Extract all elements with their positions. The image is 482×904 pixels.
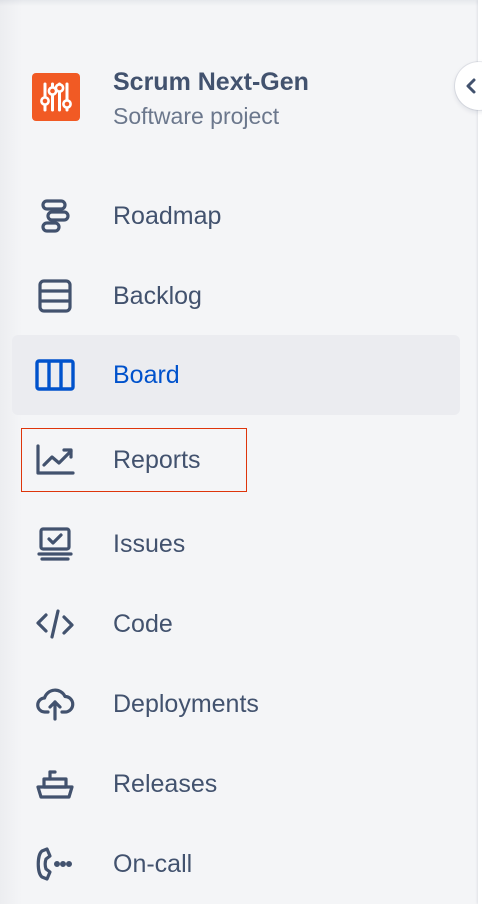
- sliders-icon: [40, 82, 72, 112]
- sidebar-item-board[interactable]: Board: [12, 335, 460, 415]
- sidebar-item-label: Board: [113, 360, 180, 389]
- project-type: Software project: [113, 103, 280, 129]
- board-icon: [34, 354, 76, 396]
- deployments-icon: [34, 683, 76, 725]
- roadmap-icon: [34, 195, 76, 237]
- content-edge: [478, 0, 482, 904]
- project-avatar[interactable]: [32, 73, 80, 121]
- releases-icon: [34, 763, 76, 805]
- backlog-icon: [34, 275, 76, 317]
- sidebar-item-issues[interactable]: Issues: [12, 504, 460, 584]
- issues-icon: [34, 523, 76, 565]
- sidebar-item-label: Roadmap: [113, 201, 222, 230]
- sidebar-item-releases[interactable]: Releases: [12, 744, 460, 824]
- sidebar-item-label: Backlog: [113, 281, 202, 310]
- sidebar-item-deployments[interactable]: Deployments: [12, 664, 460, 744]
- project-sidebar: Scrum Next-Gen Software project Roadmap: [0, 0, 478, 904]
- reports-highlight-box: [21, 428, 247, 492]
- project-header[interactable]: Scrum Next-Gen Software project: [32, 68, 309, 134]
- sidebar-item-backlog[interactable]: Backlog: [12, 256, 460, 336]
- code-icon: [34, 603, 76, 645]
- sidebar-item-label: Deployments: [113, 689, 259, 718]
- project-text: Scrum Next-Gen Software project: [113, 68, 309, 132]
- project-name: Scrum Next-Gen: [113, 68, 309, 96]
- sidebar-item-label: Issues: [113, 529, 186, 558]
- sidebar-item-code[interactable]: Code: [12, 584, 460, 664]
- sidebar-item-label: On-call: [113, 849, 193, 878]
- sidebar-item-on-call[interactable]: On-call: [12, 824, 460, 904]
- chevron-left-icon: [466, 78, 476, 94]
- on-call-icon: [34, 843, 76, 885]
- sidebar-item-roadmap[interactable]: Roadmap: [12, 176, 460, 256]
- sidebar-item-label: Code: [113, 609, 173, 638]
- top-shadow: [0, 0, 478, 6]
- sidebar-item-label: Releases: [113, 769, 218, 798]
